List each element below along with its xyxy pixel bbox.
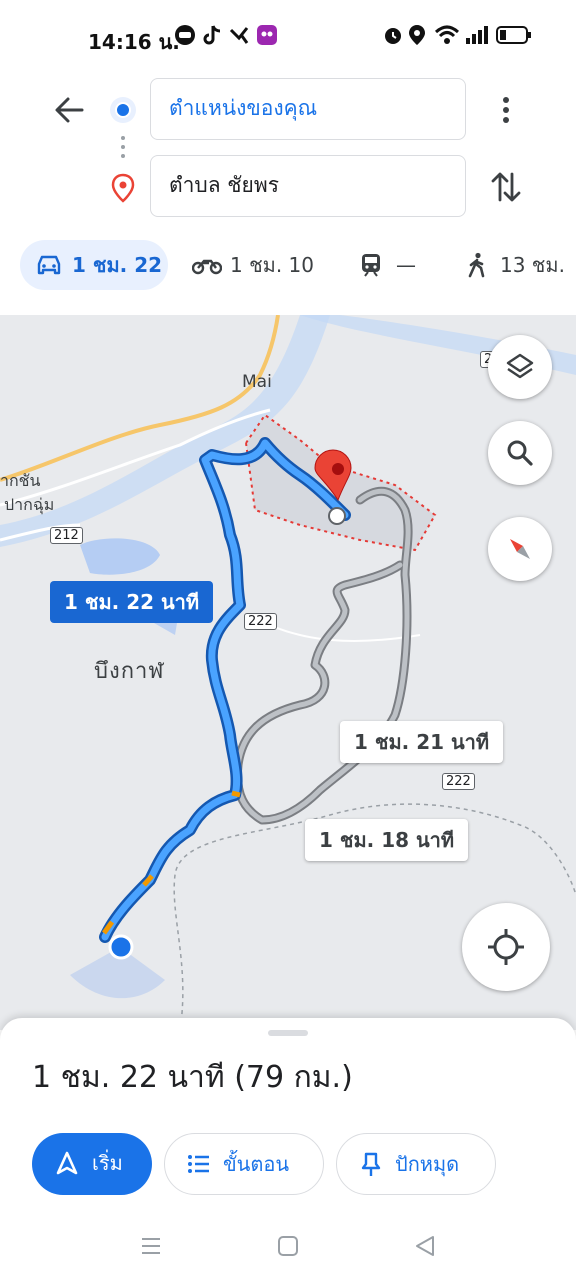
route-summary: 1 ชม. 22 นาที (79 กม.) — [32, 1060, 353, 1095]
layers-icon — [506, 353, 534, 379]
compass-button[interactable] — [488, 517, 552, 581]
alarm-icon — [385, 28, 401, 44]
status-time: 14:16 น. — [88, 30, 180, 54]
location-icon — [409, 25, 425, 45]
road-shield: 212 — [50, 527, 83, 544]
destination-input[interactable]: ตำบล ชัยพร — [150, 155, 466, 217]
place-label: บึงกาฬ — [94, 659, 165, 684]
home-icon[interactable] — [277, 1235, 299, 1257]
origin-dot-icon — [110, 97, 136, 123]
steps-button[interactable]: ขั้นตอน — [164, 1133, 324, 1195]
place-label: Mai — [242, 372, 272, 392]
search-along-route-button[interactable] — [488, 421, 552, 485]
directions-header: ตำแหน่งของคุณ ตำบล ชัยพร 1 ชม. 22 1 ชม. … — [0, 70, 576, 315]
origin-input[interactable]: ตำแหน่งของคุณ — [150, 78, 466, 140]
road-shield: 222 — [442, 773, 475, 790]
tab-drive[interactable]: 1 ชม. 22 — [20, 240, 168, 290]
destination-marker-dot — [328, 507, 346, 525]
map-view[interactable]: Mai ากชัน ปากฉุ่ม บึงกาฬ 212 222 222 2 1… — [0, 315, 576, 1030]
place-label: ากชัน — [0, 471, 41, 490]
destination-pin-center — [332, 463, 344, 475]
system-nav-bar — [0, 1215, 576, 1280]
train-icon — [362, 254, 380, 277]
layers-button[interactable] — [488, 335, 552, 399]
game-app-icon — [257, 25, 277, 45]
swap-directions-icon[interactable] — [490, 170, 522, 204]
pin-icon — [361, 1152, 381, 1176]
current-location-dot — [108, 934, 134, 960]
search-icon — [507, 440, 533, 466]
route-label-alt[interactable]: 1 ชม. 21 นาที — [340, 721, 504, 763]
compass-icon — [510, 539, 530, 559]
route-connector-dots — [121, 136, 125, 158]
travel-mode-tabs: 1 ชม. 22 1 ชม. 10 — 13 ชม. — [0, 240, 576, 290]
drag-handle[interactable] — [268, 1030, 308, 1036]
my-location-button[interactable] — [462, 903, 550, 991]
tab-walk[interactable]: 13 ชม. — [464, 240, 576, 290]
place-label: ปากฉุ่ม — [4, 495, 55, 514]
tab-walk-time: 13 ชม. — [500, 253, 565, 277]
pin-button-label: ปักหมุด — [395, 1152, 460, 1176]
navigation-arrow-icon — [56, 1151, 78, 1175]
car-icon — [37, 255, 61, 275]
status-bar: 14:16 น. — [0, 0, 576, 70]
back-arrow-icon[interactable] — [52, 94, 88, 126]
list-icon — [188, 1155, 209, 1173]
back-icon[interactable] — [414, 1235, 436, 1257]
start-button-label: เริ่ม — [92, 1151, 123, 1175]
destination-pin-icon — [111, 173, 135, 203]
crosshair-icon — [488, 929, 524, 965]
road-shield: 222 — [244, 613, 277, 630]
tab-motorcycle[interactable]: 1 ชม. 10 — [190, 240, 320, 290]
traffic-segment — [231, 790, 241, 798]
tab-motorcycle-time: 1 ชม. 10 — [230, 253, 315, 277]
wifi-icon — [434, 25, 460, 44]
recent-apps-icon[interactable] — [140, 1235, 162, 1257]
more-options-icon[interactable] — [496, 94, 516, 126]
tab-drive-time: 1 ชม. 22 — [72, 253, 163, 277]
tab-transit[interactable]: — — [358, 240, 428, 290]
pin-button[interactable]: ปักหมุด — [336, 1133, 496, 1195]
app-notification-icon — [229, 27, 249, 44]
line-app-icon — [175, 25, 195, 45]
lake — [80, 538, 160, 575]
start-button[interactable]: เริ่ม — [32, 1133, 152, 1195]
motorcycle-icon — [192, 259, 222, 275]
steps-button-label: ขั้นตอน — [223, 1152, 290, 1176]
tiktok-icon — [203, 25, 221, 45]
signal-icon — [466, 26, 488, 44]
route-label-alt[interactable]: 1 ชม. 18 นาที — [305, 819, 469, 861]
walking-icon — [468, 252, 485, 278]
tab-transit-time: — — [396, 253, 416, 277]
route-label-primary[interactable]: 1 ชม. 22 นาที — [50, 581, 214, 623]
battery-icon — [496, 26, 531, 44]
